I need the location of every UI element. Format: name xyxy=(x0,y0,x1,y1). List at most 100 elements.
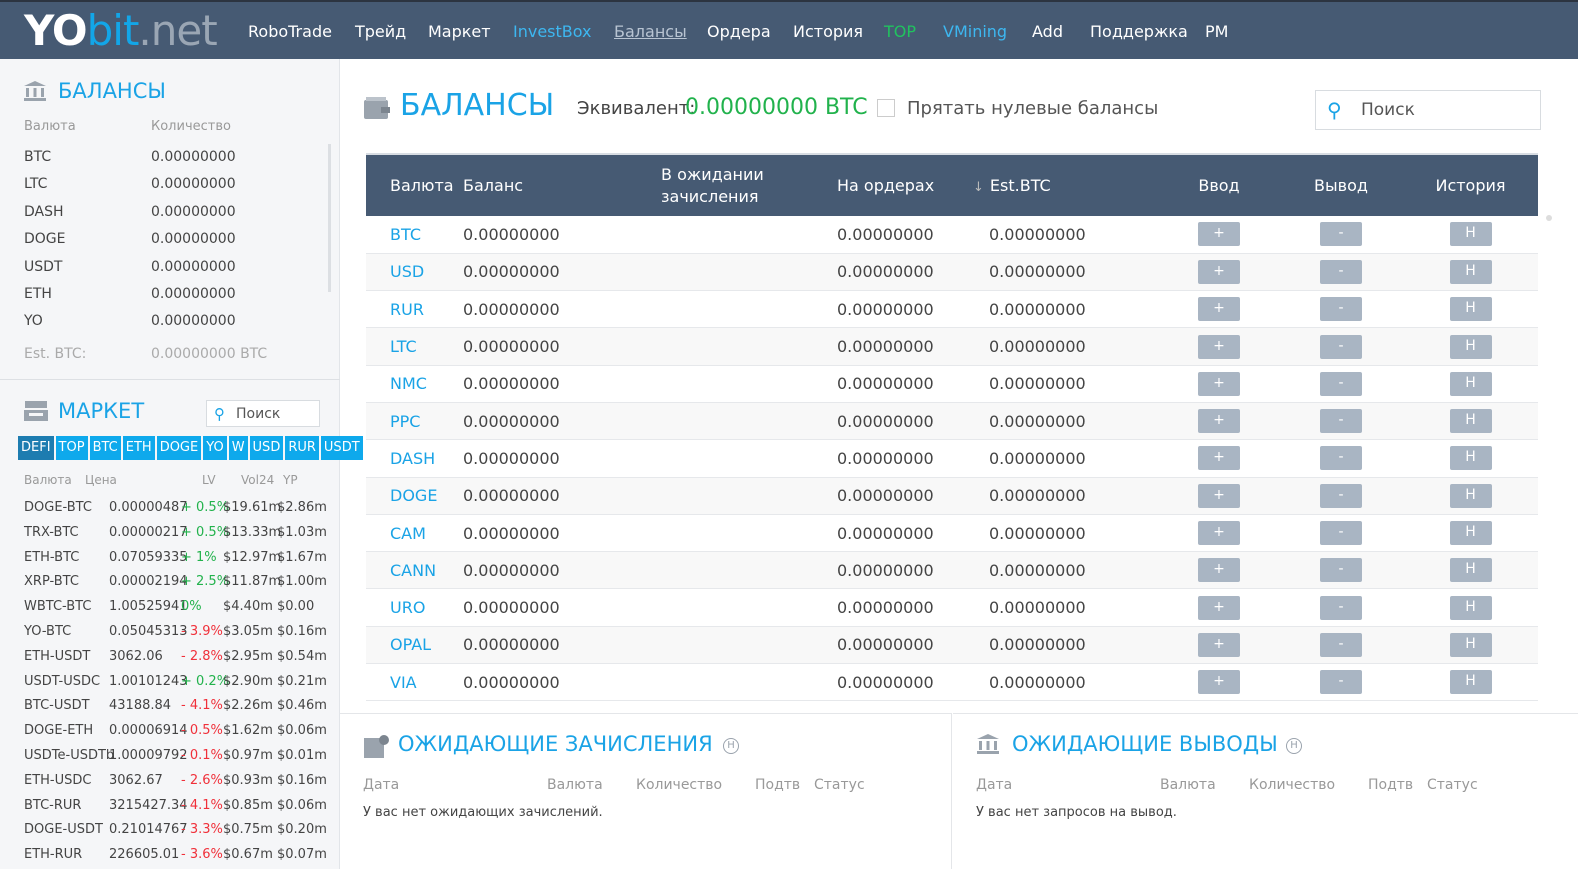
withdraw-button[interactable]: - xyxy=(1320,259,1362,284)
table-row: VIA 0.00000000 0.00000000 0.00000000 + - H xyxy=(366,663,1538,702)
market-tab-doge[interactable]: DOGE xyxy=(156,436,202,460)
action-cell: + xyxy=(1159,216,1279,254)
market-cell-3: $3.05m xyxy=(223,624,273,639)
deposit-button[interactable]: + xyxy=(1198,297,1240,322)
balance-amount: 0.00000000 xyxy=(151,258,236,275)
withdraw-button[interactable]: - xyxy=(1320,670,1362,695)
market-cell-0: DOGE-USDT xyxy=(24,822,103,838)
nav-4[interactable]: Балансы xyxy=(614,22,687,41)
cell-pending xyxy=(661,402,837,441)
deposit-button[interactable]: + xyxy=(1198,483,1240,508)
history-button[interactable]: H xyxy=(1449,632,1492,657)
deposit-button[interactable]: + xyxy=(1198,409,1240,434)
cell-currency[interactable]: PPC xyxy=(366,402,463,441)
cell-currency[interactable]: LTC xyxy=(366,327,463,366)
market-tab-eth[interactable]: ETH xyxy=(122,436,155,460)
history-button[interactable]: H xyxy=(1449,334,1492,359)
deposit-button[interactable]: + xyxy=(1198,222,1240,247)
cell-currency[interactable]: USD xyxy=(366,253,463,292)
withdraw-button[interactable]: - xyxy=(1320,595,1362,620)
help-icon[interactable]: H xyxy=(723,738,739,754)
market-tab-usd[interactable]: USD xyxy=(249,436,284,460)
cell-currency[interactable]: RUR xyxy=(366,290,463,329)
balance-search-input[interactable]: ⚲ Поиск xyxy=(1315,90,1541,130)
cell-currency[interactable]: NMC xyxy=(366,365,463,403)
history-button[interactable]: H xyxy=(1449,409,1492,434)
nav-10[interactable]: Поддержка xyxy=(1090,22,1188,41)
withdraw-button[interactable]: - xyxy=(1320,521,1362,546)
cell-currency[interactable]: DOGE xyxy=(366,477,463,515)
withdraw-button[interactable]: - xyxy=(1320,222,1362,247)
history-button[interactable]: H xyxy=(1449,371,1492,396)
market-cell-0: BTC-USDT xyxy=(24,698,90,714)
nav-8[interactable]: VMining xyxy=(943,22,1007,41)
deposit-button[interactable]: + xyxy=(1198,446,1240,471)
deposit-button[interactable]: + xyxy=(1198,521,1240,546)
scrollbar[interactable] xyxy=(328,144,331,292)
action-cell: + xyxy=(1159,290,1279,329)
nav-1[interactable]: Трейд xyxy=(355,22,406,41)
nav-3[interactable]: InvestBox xyxy=(513,22,592,41)
cell-currency[interactable]: OPAL xyxy=(366,626,463,665)
withdraw-button[interactable]: - xyxy=(1320,446,1362,471)
nav-5[interactable]: Ордера xyxy=(707,22,771,41)
history-button[interactable]: H xyxy=(1449,558,1492,583)
withdraw-button[interactable]: - xyxy=(1320,632,1362,657)
scrollbar[interactable] xyxy=(1546,215,1552,221)
market-cell-1: 3062.67 xyxy=(109,772,163,788)
balance-currency: LTC xyxy=(24,176,48,193)
balance-amount: 0.00000000 xyxy=(151,313,236,330)
market-cell-3: $2.26m xyxy=(223,698,273,714)
nav-7[interactable]: TOP xyxy=(884,22,916,41)
cell-currency[interactable]: DASH xyxy=(366,439,463,478)
hide-zero-checkbox[interactable] xyxy=(877,99,895,117)
bank-icon xyxy=(977,734,999,754)
market-tab-rur[interactable]: RUR xyxy=(285,436,319,460)
cell-balance: 0.00000000 xyxy=(463,365,661,403)
history-button[interactable]: H xyxy=(1449,297,1492,322)
deposit-button[interactable]: + xyxy=(1198,334,1240,359)
nav-11[interactable]: PM xyxy=(1205,22,1228,41)
history-button[interactable]: H xyxy=(1449,595,1492,620)
history-button[interactable]: H xyxy=(1449,670,1492,695)
history-button[interactable]: H xyxy=(1449,222,1492,247)
market-tab-btc[interactable]: BTC xyxy=(89,436,121,460)
cell-currency[interactable]: CAM xyxy=(366,514,463,553)
history-button[interactable]: H xyxy=(1449,483,1492,508)
deposit-button[interactable]: + xyxy=(1198,371,1240,396)
withdraw-button[interactable]: - xyxy=(1320,409,1362,434)
withdraw-button[interactable]: - xyxy=(1320,297,1362,322)
withdraw-button[interactable]: - xyxy=(1320,558,1362,583)
cell-currency[interactable]: VIA xyxy=(366,663,463,702)
action-cell: - xyxy=(1279,514,1403,553)
nav-9[interactable]: Add xyxy=(1032,22,1063,41)
action-cell: + xyxy=(1159,439,1279,478)
cell-currency[interactable]: BTC xyxy=(366,216,463,254)
market-cell-2: - 3.6% xyxy=(181,847,223,863)
help-icon[interactable]: H xyxy=(1286,738,1302,754)
deposit-button[interactable]: + xyxy=(1198,595,1240,620)
market-cell-2: + 2.5% xyxy=(181,574,230,590)
deposit-button[interactable]: + xyxy=(1198,558,1240,583)
market-tab-w[interactable]: W xyxy=(228,436,248,460)
deposit-button[interactable]: + xyxy=(1198,670,1240,695)
history-button[interactable]: H xyxy=(1449,259,1492,284)
market-tab-defi[interactable]: DEFI xyxy=(18,436,54,460)
cell-currency[interactable]: CANN xyxy=(366,551,463,590)
nav-6[interactable]: История xyxy=(793,22,863,41)
nav-0[interactable]: RoboTrade xyxy=(248,22,332,41)
withdraw-button[interactable]: - xyxy=(1320,483,1362,508)
cell-currency[interactable]: URO xyxy=(366,588,463,627)
history-button[interactable]: H xyxy=(1449,521,1492,546)
withdraw-button[interactable]: - xyxy=(1320,334,1362,359)
market-search-input[interactable]: ⚲ Поиск xyxy=(206,400,320,427)
yobit-logo[interactable]: YObit.net xyxy=(24,6,218,55)
market-tab-yo[interactable]: YO xyxy=(203,436,227,460)
column-header[interactable]: ↓ Est.BTC xyxy=(973,153,1159,216)
deposit-button[interactable]: + xyxy=(1198,632,1240,657)
withdraw-button[interactable]: - xyxy=(1320,371,1362,396)
market-tab-top[interactable]: TOP xyxy=(55,436,88,460)
nav-2[interactable]: Маркет xyxy=(428,22,491,41)
deposit-button[interactable]: + xyxy=(1198,259,1240,284)
history-button[interactable]: H xyxy=(1449,446,1492,471)
